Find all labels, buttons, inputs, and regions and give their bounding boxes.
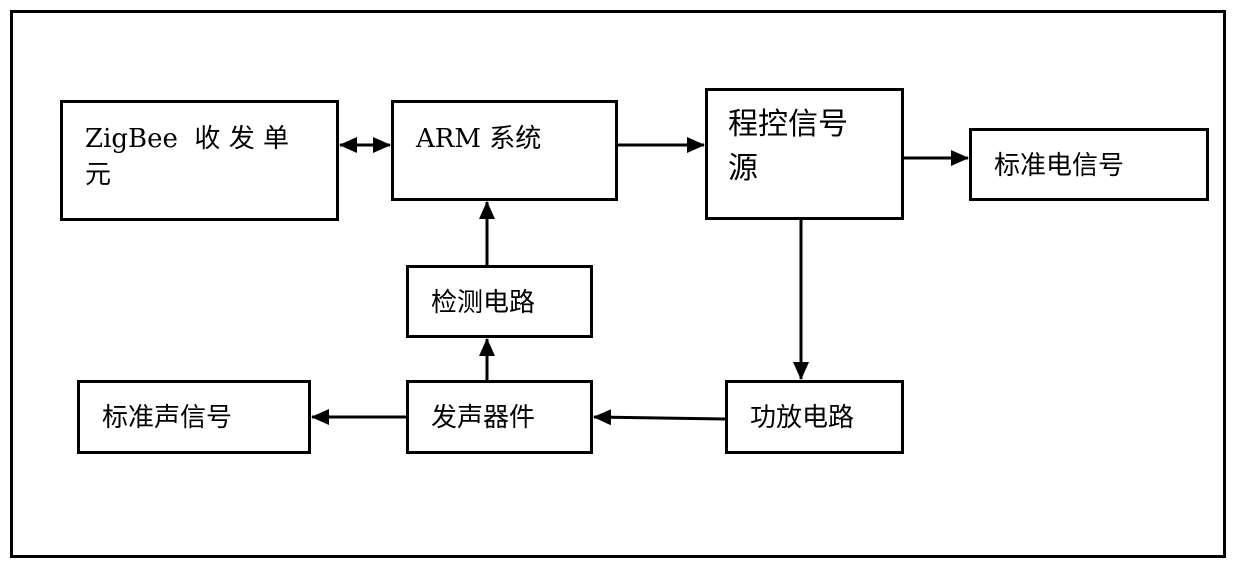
connector-layer (311, 137, 969, 426)
arrow-amplifier-to-speaker (593, 409, 726, 426)
